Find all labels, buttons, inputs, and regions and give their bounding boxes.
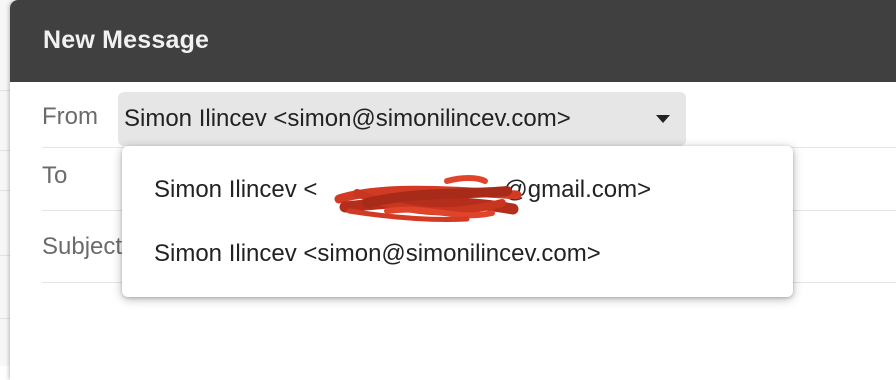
compose-titlebar[interactable]: New Message [10, 0, 896, 82]
from-select[interactable]: Simon Ilincev <simon@simonilincev.com> [118, 92, 686, 146]
option-name: Simon Ilincev [154, 176, 304, 203]
redaction-scribble [334, 175, 522, 223]
to-label: To [42, 162, 68, 189]
from-option-gmail[interactable]: Simon Ilincev < @gmail.com> [122, 159, 793, 223]
from-label: From [42, 103, 98, 130]
compose-title: New Message [43, 26, 210, 54]
option-redacted-start: < [303, 176, 318, 203]
subject-label[interactable]: Subject [42, 233, 122, 261]
message-body[interactable] [10, 283, 896, 380]
from-dropdown-menu: Simon Ilincev < @gmail.com> Simon Ilincev… [122, 146, 793, 297]
from-selected-value: Simon Ilincev <simon@simonilincev.com> [124, 105, 571, 132]
caret-down-icon[interactable] [656, 115, 670, 123]
from-option-simonilincev[interactable]: Simon Ilincev <simon@simonilincev.com> [122, 223, 793, 285]
